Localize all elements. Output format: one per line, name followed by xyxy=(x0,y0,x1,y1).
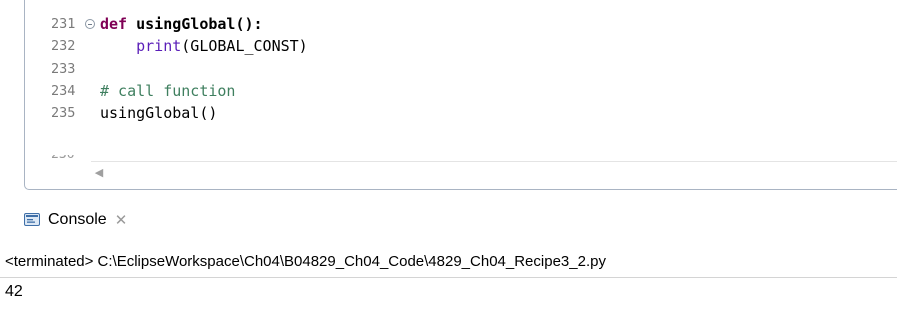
code-token: print xyxy=(136,37,182,55)
partial-line-number: 236 xyxy=(51,155,91,161)
code-text: def usingGlobal(): xyxy=(100,13,263,35)
scroll-left-arrow-icon[interactable]: ◀ xyxy=(91,165,107,181)
code-token: (GLOBAL_CONST) xyxy=(181,37,308,55)
line-gutter: 235 xyxy=(25,102,95,124)
line-gutter: 234 xyxy=(25,80,95,102)
code-text: print(GLOBAL_CONST) xyxy=(100,35,308,57)
console-status-text: <terminated> C:\EclipseWorkspace\Ch04\B0… xyxy=(5,253,606,270)
line-gutter: 233 xyxy=(25,58,95,80)
line-number: 232 xyxy=(51,38,76,54)
line-gutter: 231 xyxy=(25,13,95,35)
code-token: # call function xyxy=(100,82,236,100)
collapse-fold-icon[interactable] xyxy=(85,19,95,29)
line-gutter: 232 xyxy=(25,35,95,57)
line-number: 235 xyxy=(51,105,76,121)
code-token: (): xyxy=(235,15,263,33)
code-token: def xyxy=(100,15,137,33)
console-output[interactable]: 42 xyxy=(5,283,23,301)
close-icon[interactable]: ✕ xyxy=(115,213,128,228)
code-token: usingGlobal() xyxy=(100,104,218,122)
line-number: 233 xyxy=(51,61,76,77)
tab-console[interactable]: Console ✕ xyxy=(24,205,127,235)
code-text: usingGlobal() xyxy=(100,102,217,124)
code-token: usingGlobal xyxy=(136,15,236,33)
code-editor-panel[interactable]: 231 def usingGlobal(): 232 print(GLOBAL_CO… xyxy=(24,0,897,190)
horizontal-scrollbar[interactable]: ◀ xyxy=(91,161,897,184)
console-tab-label: Console xyxy=(48,211,107,228)
line-number: 234 xyxy=(51,83,76,99)
line-number: 231 xyxy=(51,16,76,32)
console-view-icon xyxy=(24,213,40,226)
code-text: # call function xyxy=(100,80,235,102)
console-divider xyxy=(0,277,897,278)
code-area[interactable]: 231 def usingGlobal(): 232 print(GLOBAL_CO… xyxy=(25,0,897,158)
